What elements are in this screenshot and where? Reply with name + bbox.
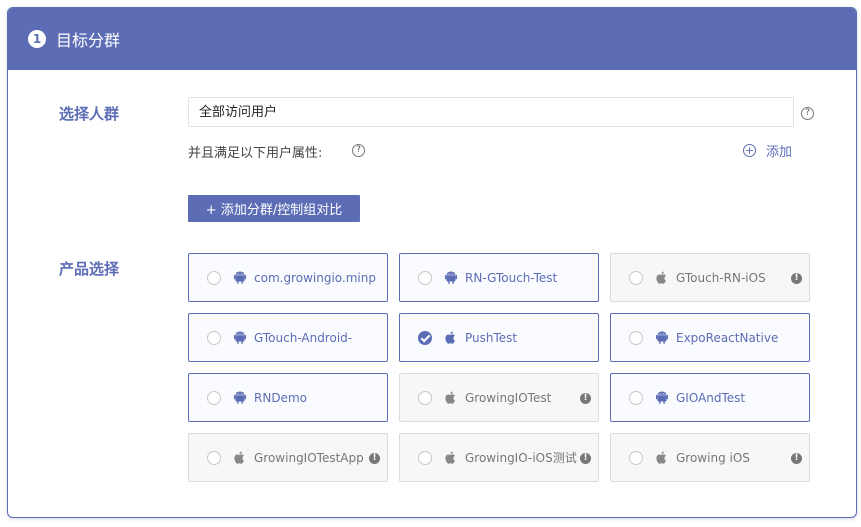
product-name: PushTest [465, 330, 518, 345]
android-icon [655, 331, 668, 344]
apple-icon [233, 451, 246, 464]
audience-select[interactable]: 全部访问用户 [188, 97, 794, 127]
product-name: RN-GTouch-Test [465, 270, 558, 285]
product-option[interactable]: RNDemo [188, 373, 388, 422]
product-radio[interactable] [207, 330, 221, 345]
product-name: GrowingIOTest [465, 390, 552, 405]
add-attribute-button[interactable]: + 添加 [743, 141, 792, 160]
warning-icon[interactable]: ! [369, 453, 380, 464]
product-option[interactable]: com.growingio.minp [188, 253, 388, 302]
card-header: 1 目标分群 [8, 8, 856, 70]
product-name: ExpoReactNative [676, 330, 779, 345]
product-name: GTouch-Android- [254, 330, 353, 345]
product-radio[interactable] [418, 270, 432, 285]
product-option[interactable]: GTouch-Android- [188, 313, 388, 362]
apple-icon [655, 271, 668, 284]
add-attribute-label: 添加 [766, 145, 793, 160]
product-option[interactable]: GIOAndTest [610, 373, 810, 422]
product-name: GrowingIO-iOS测试 [465, 451, 577, 465]
product-name: RNDemo [254, 390, 307, 405]
android-icon [233, 331, 246, 344]
product-radio[interactable] [207, 270, 221, 285]
product-name: Growing iOS [676, 450, 750, 465]
product-radio [207, 450, 221, 465]
product-option: GTouch-RN-iOS! [610, 253, 810, 302]
warning-icon[interactable]: ! [791, 273, 802, 284]
help-icon[interactable]: ? [801, 107, 814, 120]
product-option: GrowingIOTestApp! [188, 433, 388, 482]
warning-icon[interactable]: ! [580, 393, 591, 404]
product-name: GIOAndTest [676, 390, 746, 405]
product-option: Growing iOS! [610, 433, 810, 482]
android-icon [444, 271, 457, 284]
android-icon [655, 391, 668, 404]
help-icon[interactable]: ? [352, 144, 365, 157]
product-option: GrowingIO-iOS测试! [399, 433, 599, 482]
apple-icon [444, 451, 457, 464]
product-radio [418, 390, 432, 405]
user-attribute-text: 并且满足以下用户属性: [188, 146, 323, 161]
add-group-compare-button[interactable]: + 添加分群/控制组对比 [188, 195, 360, 222]
product-option: GrowingIOTest! [399, 373, 599, 422]
audience-label: 选择人群 [59, 105, 120, 123]
product-name: com.growingio.minp [254, 270, 376, 285]
apple-icon [655, 451, 668, 464]
product-select-label: 产品选择 [59, 260, 120, 278]
plus-circle-icon: + [743, 144, 756, 157]
android-icon [233, 391, 246, 404]
card-title: 目标分群 [56, 31, 121, 50]
product-radio[interactable] [207, 390, 221, 405]
product-radio[interactable] [418, 330, 432, 345]
warning-icon[interactable]: ! [791, 453, 802, 464]
product-option[interactable]: ExpoReactNative [610, 313, 810, 362]
product-radio [629, 450, 643, 465]
product-radio[interactable] [629, 330, 643, 345]
product-option[interactable]: RN-GTouch-Test [399, 253, 599, 302]
product-radio [629, 270, 643, 285]
step-number-badge: 1 [28, 30, 46, 48]
product-option[interactable]: PushTest [399, 313, 599, 362]
apple-icon [444, 331, 457, 344]
warning-icon[interactable]: ! [580, 453, 591, 464]
product-radio [418, 450, 432, 465]
product-radio[interactable] [629, 390, 643, 405]
product-name: GTouch-RN-iOS [676, 270, 766, 285]
product-name: GrowingIOTestApp [254, 450, 364, 465]
apple-icon [444, 391, 457, 404]
android-icon [233, 271, 246, 284]
